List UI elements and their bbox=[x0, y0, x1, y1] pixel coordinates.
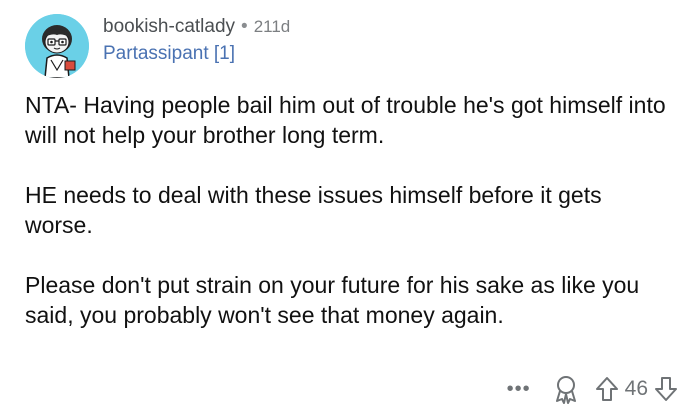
comment-body: NTA- Having people bail him out of troub… bbox=[25, 90, 675, 360]
comment-actions: ••• 46 bbox=[507, 372, 678, 406]
user-flair: Partassipant [1] bbox=[103, 43, 236, 64]
award-icon[interactable] bbox=[553, 374, 579, 404]
comment-paragraph: Please don't put strain on your future f… bbox=[25, 272, 640, 328]
comment-paragraph: HE needs to deal with these issues himse… bbox=[25, 182, 602, 238]
avatar[interactable] bbox=[25, 14, 89, 78]
downvote-arrow-icon[interactable] bbox=[654, 376, 678, 402]
more-options-button[interactable]: ••• bbox=[507, 379, 531, 399]
vote-count: 46 bbox=[624, 377, 648, 400]
comment-meta: bookish-catlady • 211d bbox=[103, 14, 290, 40]
upvote-arrow-icon[interactable] bbox=[595, 376, 619, 402]
meta-separator: • bbox=[241, 16, 248, 37]
comment-header: bookish-catlady • 211d Partassipant [1] bbox=[103, 14, 290, 67]
comment-paragraph: NTA- Having people bail him out of troub… bbox=[25, 92, 666, 148]
avatar-snoo-icon bbox=[25, 14, 89, 78]
author-username[interactable]: bookish-catlady bbox=[103, 16, 235, 37]
comment-age: 211d bbox=[253, 17, 291, 36]
vote-controls: 46 bbox=[595, 376, 678, 402]
